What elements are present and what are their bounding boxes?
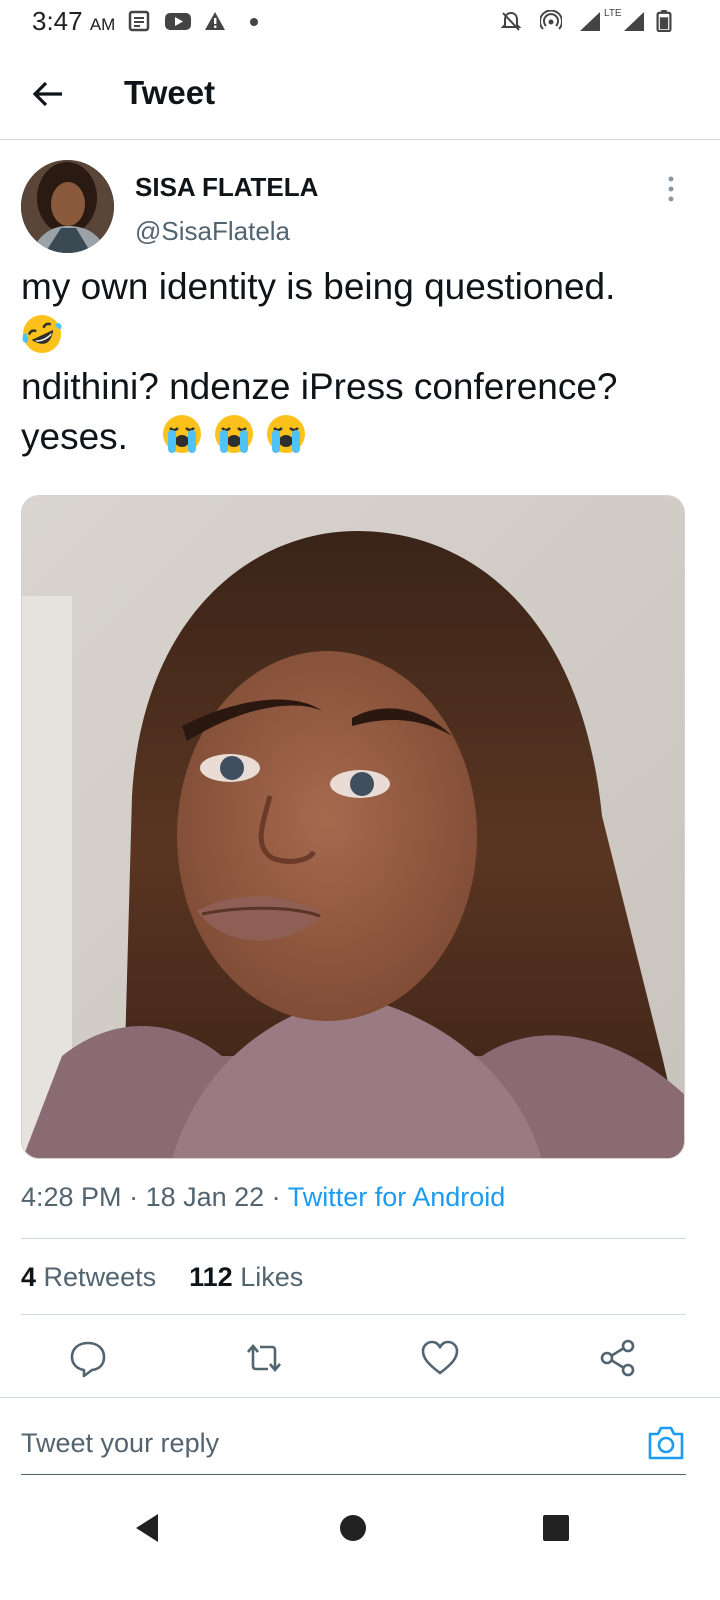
crying-emoji-icon — [267, 415, 306, 453]
nav-back-icon[interactable] — [130, 1510, 166, 1546]
tweet-time: 4:28 PM — [21, 1182, 122, 1212]
tweet-line-1: my own identity is being questioned. — [21, 266, 616, 307]
signal-icon — [580, 12, 600, 31]
retweets-stat[interactable]: 4 Retweets — [21, 1262, 156, 1292]
status-bar: 3:47 AM LTE — [0, 0, 720, 44]
reply-icon[interactable] — [66, 1336, 110, 1380]
tweet-line-2: ndithini? ndenze iPress conference? — [21, 366, 618, 407]
battery-icon — [656, 10, 672, 32]
actions-divider — [0, 1397, 720, 1398]
reply-underline — [21, 1474, 686, 1475]
muted-bell-icon — [500, 11, 522, 31]
tweet-text: my own identity is being questioned. ndi… — [21, 262, 691, 462]
likes-stat[interactable]: 112 Likes — [189, 1262, 303, 1292]
header-divider — [0, 139, 720, 140]
page-title: Tweet — [124, 74, 216, 111]
author-handle[interactable]: @SisaFlatela — [135, 216, 290, 247]
more-options-icon[interactable] — [660, 174, 682, 204]
dot-icon — [250, 18, 258, 26]
avatar[interactable] — [21, 160, 114, 253]
crying-emoji-icon — [214, 415, 253, 453]
tweet-photo[interactable] — [21, 495, 685, 1159]
tweet-source-link[interactable]: Twitter for Android — [288, 1182, 506, 1212]
retweet-icon[interactable] — [242, 1336, 286, 1380]
hotspot-icon — [540, 10, 562, 30]
tweet-line-3-row: yeses. — [21, 412, 691, 462]
tweet-meta: 4:28 PM · 18 Jan 22 · Twitter for Androi… — [21, 1182, 506, 1212]
tweet-stats: 4 Retweets 112 Likes — [21, 1262, 303, 1293]
author-name[interactable]: SISA FLATELA — [135, 172, 318, 203]
nav-recents-icon[interactable] — [538, 1510, 574, 1546]
share-icon[interactable] — [596, 1336, 640, 1380]
like-heart-icon[interactable] — [418, 1336, 462, 1380]
network-type: LTE — [604, 8, 622, 19]
stats-divider — [21, 1314, 686, 1315]
rolling-laughing-emoji-icon — [22, 315, 62, 353]
back-arrow-icon[interactable] — [28, 74, 68, 114]
nav-home-icon[interactable] — [335, 1510, 371, 1546]
signal-icon-2 — [624, 12, 644, 31]
camera-icon[interactable] — [646, 1424, 686, 1462]
reply-input[interactable]: Tweet your reply — [21, 1428, 219, 1459]
meta-divider — [21, 1238, 686, 1239]
laughing-emoji-line — [21, 312, 691, 362]
warning-icon — [205, 12, 225, 30]
crying-emoji-icon — [162, 415, 201, 453]
tweet-line-3: yeses. — [21, 416, 128, 457]
tweet-date: 18 Jan 22 — [145, 1182, 265, 1212]
status-time: 3:47 AM — [32, 6, 116, 36]
youtube-icon — [165, 13, 191, 30]
news-icon — [128, 10, 150, 32]
